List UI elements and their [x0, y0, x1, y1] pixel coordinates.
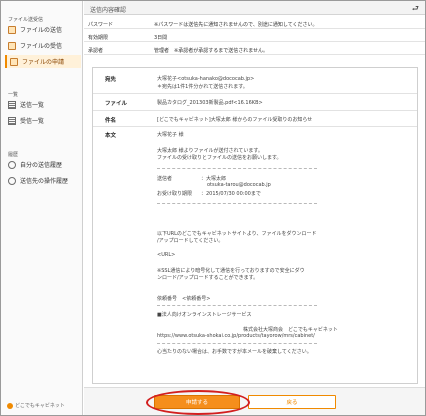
sidebar-item-label: 送信先の操作履歴 — [20, 178, 69, 185]
sidebar-item-label: 受信一覧 — [20, 118, 45, 125]
sidebar-item-label: ファイルの申請 — [22, 59, 65, 66]
return-icon[interactable]: ⮐ — [412, 3, 419, 17]
dashed-divider — [157, 168, 317, 169]
folder-icon — [8, 25, 16, 34]
back-button[interactable]: 戻る — [248, 395, 336, 409]
sidebar-item-apply[interactable]: ファイルの申請 — [5, 55, 81, 68]
info-value: 3日間 — [154, 35, 168, 41]
main-panel: 送信内容確認 ⮐ パスワード ※パスワードは送信先に通知されませんので、別途に通… — [84, 1, 425, 415]
body-intro-1: 大塚太郎 様よりファイルが送付されています。 — [157, 148, 263, 154]
info-row-approver: 承認者 管理者 ※承認者が承認するまで送信されません。 — [84, 44, 425, 55]
file-label: ファイル — [105, 101, 128, 107]
list-icon — [8, 116, 16, 125]
body-intro-2: ファイルの受け取りとファイルの送信をお願いします。 — [157, 155, 282, 161]
corp-line: ■法人向けオンラインストレージサービス — [157, 312, 252, 318]
dashed-divider — [157, 305, 317, 306]
info-value: 管理者 ※承認者が承認するまで送信されません。 — [154, 48, 269, 54]
sidebar-item-send-list[interactable]: 送信一覧 — [5, 98, 81, 111]
sender-value: ：大塚太郎 — [201, 176, 227, 182]
highlight-ellipse — [146, 390, 250, 415]
info-row-expiry: 有効期限 3日間 — [84, 31, 425, 42]
section-title-history: 履歴 — [8, 152, 19, 158]
sidebar-item-receive[interactable]: ファイルの受信 — [5, 39, 81, 52]
url-text-1: 以下URLのどこでもキャビネットサイトより、ファイルをダウンロード — [157, 231, 317, 237]
divider — [93, 93, 417, 94]
notice-text: 心当たりのない場合は、お手数ですが本メールを破棄してください。 — [157, 349, 312, 355]
dashed-divider — [157, 203, 317, 204]
section-title-files: ファイル送受信 — [8, 17, 44, 23]
page-header: 送信内容確認 ⮐ — [84, 1, 425, 15]
dashed-divider — [157, 343, 317, 344]
ssl-note-1: ※SSL通信により暗号化して通信を行っておりますので安全にダウ — [157, 268, 305, 274]
divider — [93, 110, 417, 111]
info-key: パスワード — [88, 22, 114, 28]
list-icon — [8, 100, 16, 109]
sender-mail: otsuka-tarou@dococab.jp — [207, 182, 271, 188]
ssl-note-2: ンロード/アップロードすることができます。 — [157, 275, 259, 281]
request-number: 依頼番号 <依頼番号> — [157, 296, 211, 302]
sidebar: ファイル送受信 ファイルの送信 ファイルの受信 ファイルの申請 一覧 送信一覧 … — [1, 1, 83, 415]
brand-name: どこでもキャビネット — [15, 403, 65, 409]
sidebar-item-label: 送信一覧 — [20, 102, 45, 109]
brand-logo: どこでもキャビネット — [7, 402, 65, 409]
sidebar-item-label: ファイルの受信 — [20, 43, 63, 50]
logo-icon — [7, 402, 13, 409]
company-name: 株式会社大塚商会 どこでもキャビネット — [243, 327, 338, 333]
body-greeting: 大塚花子 様 — [157, 132, 184, 138]
deadline-value: ：2015/07/30 00:00まで — [201, 191, 261, 197]
folder-icon — [10, 57, 18, 66]
divider — [93, 126, 417, 127]
history-icon — [8, 176, 16, 185]
info-value: ※パスワードは送信先に通知されませんので、別途に通知してください。 — [154, 22, 318, 28]
sidebar-item-label: ファイルの送信 — [20, 27, 63, 34]
section-title-list: 一覧 — [8, 92, 19, 98]
to-label: 宛先 — [105, 77, 117, 83]
info-key: 有効期限 — [88, 35, 109, 41]
sender-label: 送信者 — [157, 176, 173, 182]
to-value: 大塚花子<otsuka-hanako@dococab.jp> — [157, 76, 255, 82]
page-title: 送信内容確認 — [90, 7, 127, 14]
sidebar-item-recipient-history[interactable]: 送信先の操作履歴 — [5, 174, 81, 187]
body-label: 本文 — [105, 133, 117, 139]
file-value: 製品カタログ_201303新製品.pdf<16.16KB> — [157, 100, 263, 106]
url-placeholder: <URL> — [157, 252, 176, 258]
to-note: ＊宛先は1件1件分かれて送信されます。 — [157, 84, 248, 90]
history-icon — [8, 160, 16, 169]
sidebar-item-my-history[interactable]: 自分の送信履歴 — [5, 158, 81, 171]
sidebar-item-send[interactable]: ファイルの送信 — [5, 23, 81, 36]
sidebar-item-label: 自分の送信履歴 — [20, 162, 63, 169]
folder-icon — [8, 41, 16, 50]
info-row-password: パスワード ※パスワードは送信先に通知されませんので、別途に通知してください。 — [84, 18, 425, 29]
subject-value: [どこでもキャビネット]大塚太郎 様からのファイル受取りのお知らせ — [157, 117, 313, 123]
sidebar-item-receive-list[interactable]: 受信一覧 — [5, 114, 81, 127]
action-footer: 申請する 戻る — [84, 387, 425, 415]
mail-preview: 宛先 大塚花子<otsuka-hanako@dococab.jp> ＊宛先は1件… — [92, 67, 418, 384]
subject-label: 件名 — [105, 118, 117, 124]
url-text-2: /アップロードしてください。 — [157, 238, 224, 244]
deadline-label: お受け取り期限 — [157, 191, 193, 197]
company-url: https://www.otsuka-shokai.co.jp/products… — [157, 333, 315, 339]
info-key: 承認者 — [88, 48, 104, 54]
